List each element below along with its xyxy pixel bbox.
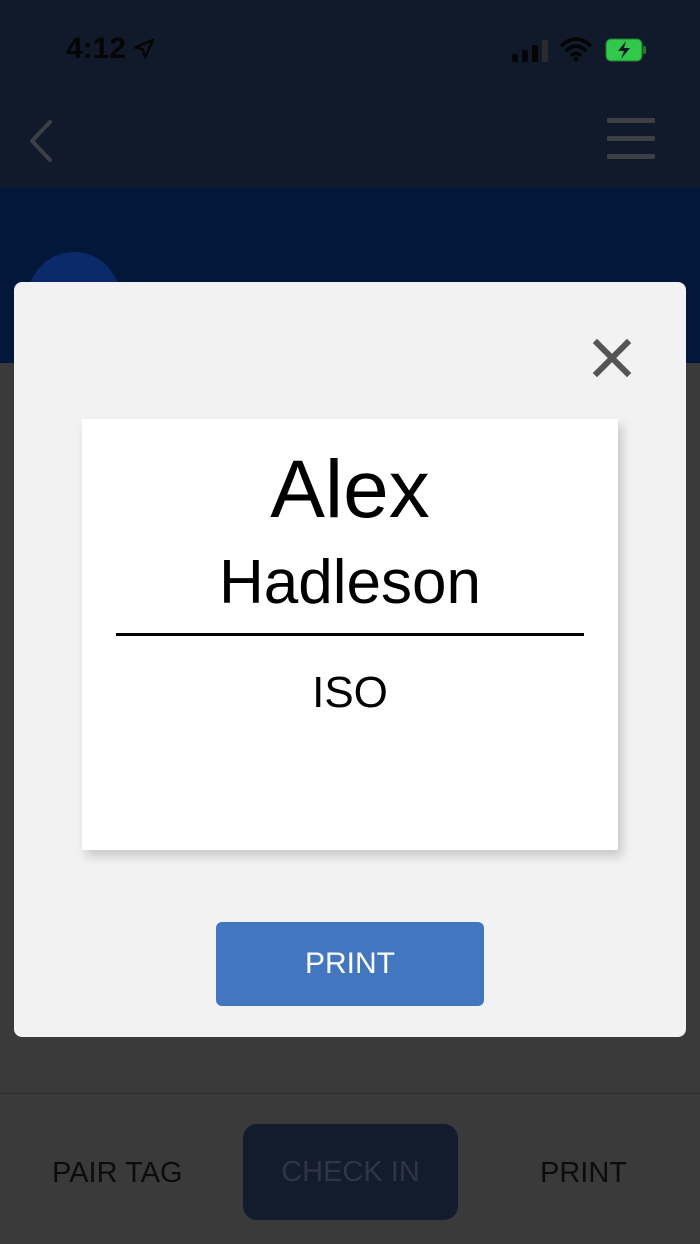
- status-bar: 4:12: [0, 0, 700, 96]
- badge-first-name: Alex: [270, 444, 430, 535]
- badge-last-name: Hadleson: [219, 548, 481, 617]
- nav-bar: [0, 96, 700, 188]
- wifi-icon: [560, 37, 592, 62]
- check-in-button[interactable]: CHECK IN: [243, 1124, 458, 1220]
- name-badge-preview: Alex Hadleson ISO: [82, 419, 618, 850]
- pair-tag-button[interactable]: PAIR TAG: [52, 1157, 183, 1190]
- badge-organization: ISO: [312, 668, 388, 717]
- close-x-icon[interactable]: [592, 338, 632, 378]
- print-button[interactable]: PRINT: [216, 922, 484, 1006]
- status-time: 4:12: [66, 32, 127, 65]
- status-time-group: 4:12: [66, 32, 156, 66]
- print-tab-button[interactable]: PRINT: [540, 1157, 627, 1190]
- cellular-signal-icon: [512, 40, 548, 62]
- hamburger-menu-icon[interactable]: [607, 118, 655, 160]
- location-arrow-icon: [133, 38, 155, 59]
- badge-divider: [116, 633, 584, 636]
- chevron-left-icon[interactable]: [26, 118, 56, 164]
- battery-charging-icon: [605, 38, 646, 62]
